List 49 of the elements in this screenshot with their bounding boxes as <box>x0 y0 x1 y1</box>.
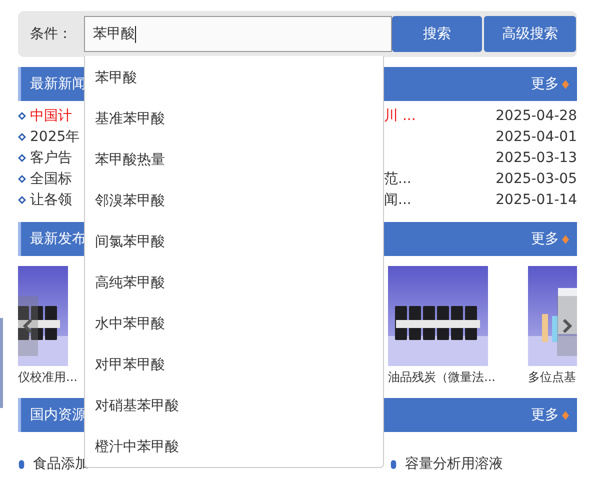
diamond-icon <box>562 80 569 88</box>
suggestion-item[interactable]: 基准苯甲酸 <box>85 99 383 140</box>
diamond-icon <box>562 234 569 244</box>
news-title[interactable]: 全国标 <box>30 170 72 188</box>
diamond-icon <box>562 410 569 420</box>
suggestion-item[interactable]: 邻溴苯甲酸 <box>85 181 383 222</box>
pill-bullet-icon <box>390 458 397 470</box>
search-button[interactable]: 搜索 <box>392 16 482 52</box>
news-date: 2025-04-28 <box>496 108 577 124</box>
search-button[interactable]: 高级搜索 <box>484 16 576 52</box>
pill-bullet-icon <box>18 458 25 470</box>
resource-link[interactable]: 容量分析用溶液 <box>405 455 503 473</box>
more-link[interactable]: 更多 <box>531 75 569 93</box>
diamond-bullet-icon <box>18 112 26 120</box>
more-link[interactable]: 更多 <box>531 230 569 248</box>
more-link[interactable]: 更多 <box>531 406 569 424</box>
news-date: 2025-01-14 <box>496 192 577 208</box>
diamond-bullet-icon <box>18 132 26 140</box>
suggestion-item[interactable]: 对甲苯甲酸 <box>85 345 383 386</box>
news-title[interactable]: 川 ... <box>384 108 416 124</box>
news-date: 2025-03-05 <box>496 170 577 186</box>
suggestion-item[interactable]: 苯甲酸热量 <box>85 140 383 181</box>
search-label: 条件： <box>30 25 73 43</box>
chevron-right-icon <box>562 318 572 334</box>
news-title[interactable]: 客户告 <box>30 148 72 166</box>
news-date: 2025-03-13 <box>496 150 577 166</box>
section-title: 最新发布 <box>30 230 86 248</box>
diamond-bullet-icon <box>18 174 26 182</box>
suggestion-item[interactable]: 对硝基苯甲酸 <box>85 386 383 427</box>
suggestion-item[interactable]: 高纯苯甲酸 <box>85 263 383 304</box>
news-date: 2025-04-01 <box>496 128 577 144</box>
news-title[interactable]: 2025年 <box>30 128 80 146</box>
next-button[interactable] <box>557 296 577 356</box>
previous-button[interactable] <box>18 296 38 356</box>
news-title[interactable]: 让各领 <box>30 190 72 208</box>
suggestion-item[interactable]: 苯甲酸 <box>85 58 383 99</box>
news-title[interactable]: 范... <box>384 170 412 186</box>
product-caption[interactable]: 多位点基 <box>528 368 577 386</box>
news-title[interactable]: 闻... <box>384 192 412 208</box>
product-caption[interactable]: 仪校准用... <box>18 368 82 386</box>
diamond-bullet-icon <box>18 154 26 162</box>
suggestion-item[interactable]: 间氯苯甲酸 <box>85 222 383 263</box>
news-title[interactable]: 中国计 <box>30 106 72 124</box>
diamond-bullet-icon <box>18 196 26 204</box>
search-field[interactable]: 苯甲酸 <box>84 16 392 52</box>
suggestion-item[interactable]: 水中苯甲酸 <box>85 304 383 345</box>
chevron-left-icon <box>23 318 33 334</box>
suggestion-item[interactable]: 橙汁中苯甲酸 <box>85 427 383 468</box>
product-caption[interactable]: 油品残炭（微量法... <box>388 368 498 386</box>
